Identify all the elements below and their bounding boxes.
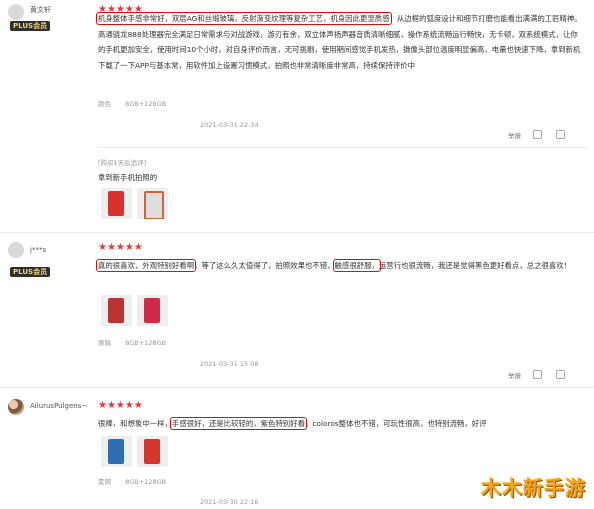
review-date: 2021-03-31 15:08 (200, 360, 259, 368)
username[interactable]: AilurusPulgens~ (30, 402, 87, 410)
review-actions: 举报 (508, 130, 567, 140)
review-2: j***s PLUS会员 ★★★★★ 真的很喜欢，外观特别好看啊，等了这么久太值… (0, 233, 594, 385)
watermark: 木木新手游 (481, 476, 586, 500)
product-variant: 原暗 8GB+128GB (98, 339, 167, 347)
report-link[interactable]: 举报 (508, 132, 521, 140)
review-text: 很棒，和想象中一样，手感很好，还是比较轻的，紫色特别好看，coloros整体也不… (98, 417, 487, 430)
avatar[interactable] (8, 399, 24, 415)
like-icon[interactable] (533, 130, 543, 139)
plus-badge: PLUS会员 (10, 267, 51, 277)
review-photo[interactable] (137, 188, 168, 219)
review-photo[interactable] (137, 436, 168, 467)
review-photo[interactable] (101, 295, 132, 326)
plus-badge: PLUS会员 (10, 21, 51, 31)
followup-tag: [购买1天后追评] (98, 159, 147, 167)
divider (98, 147, 588, 148)
highlighted-phrase: 触感很舒服， (332, 259, 381, 272)
like-icon[interactable] (533, 370, 543, 379)
highlighted-phrase: 真的很喜欢，外观特别好看啊 (95, 259, 197, 272)
followup-text: 拿到新手机拍照的 (98, 173, 158, 182)
product-variant: 素网 8GB+128GB (98, 478, 167, 486)
review-photo[interactable] (101, 188, 132, 219)
review-actions: 举报 (508, 370, 567, 380)
review-1: 黄文轩 PLUS会员 ★★★★★ 机身整体手感非常好，双层AG和丝缎玻璃，反射渐… (0, 0, 594, 232)
review-text: 真的很喜欢，外观特别好看啊，等了这么久太值得了，拍照效果也不错，触感很舒服，运营… (95, 259, 572, 272)
avatar[interactable] (8, 4, 24, 20)
review-date: 2021-03-31 22:34 (200, 121, 259, 129)
review-text: 机身整体手感非常好，双层AG和丝缎玻璃，反射渐变纹理等复杂工艺，机身因此更显质感… (96, 12, 582, 70)
review-date: 2021-03-30 22:16 (200, 498, 259, 506)
username[interactable]: 黄文轩 (30, 5, 51, 15)
highlighted-phrase: 手感很好，还是比较轻的，紫色特别好看 (169, 417, 307, 430)
review-photo[interactable] (137, 295, 168, 326)
comment-icon[interactable] (556, 130, 566, 139)
product-variant: 颜色 8GB+128GB (98, 100, 167, 108)
username[interactable]: j***s (30, 246, 46, 254)
rating-stars: ★★★★★ (98, 242, 143, 253)
highlighted-phrase: 机身整体手感非常好，双层AG和丝缎玻璃，反射渐变纹理等复杂工艺，机身因此更显质感 (96, 12, 392, 25)
avatar[interactable] (8, 242, 24, 258)
report-link[interactable]: 举报 (508, 372, 521, 380)
rating-stars: ★★★★★ (98, 400, 143, 411)
review-photo[interactable] (101, 436, 132, 467)
comment-icon[interactable] (556, 370, 566, 379)
